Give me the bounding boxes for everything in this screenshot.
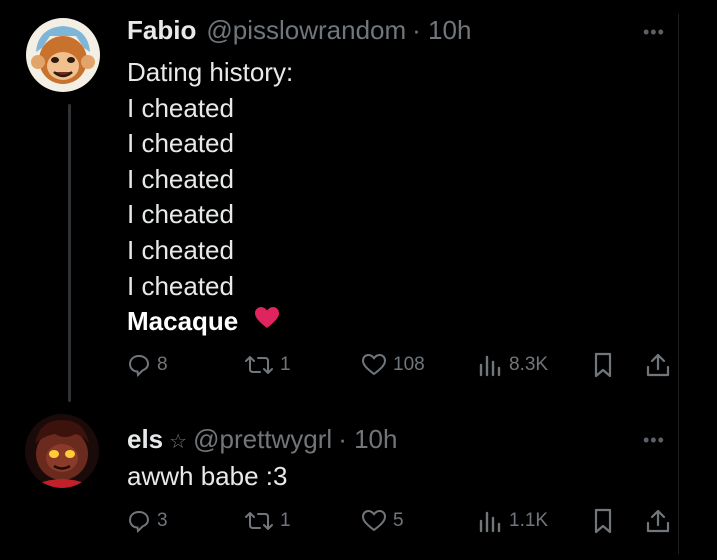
avatar-fabio[interactable] bbox=[26, 18, 100, 92]
more-dots-icon[interactable]: ••• bbox=[643, 430, 665, 451]
tweet-actions: 3 1 5 1.1K bbox=[127, 506, 672, 536]
share-icon bbox=[646, 509, 670, 533]
tweet-text-line: I cheated bbox=[127, 92, 234, 123]
avatar-image bbox=[25, 414, 99, 488]
tweet-text-line: I cheated bbox=[127, 128, 234, 159]
retweet-count: 1 bbox=[280, 354, 291, 375]
views-button[interactable]: 8.3K bbox=[477, 350, 548, 380]
bookmark-button[interactable] bbox=[592, 506, 614, 536]
bookmark-icon bbox=[594, 352, 612, 378]
tweet-text-line: I cheated bbox=[127, 270, 234, 301]
like-button[interactable]: 5 bbox=[361, 506, 404, 536]
star-badge-icon: ☆ bbox=[169, 431, 188, 453]
timestamp[interactable]: · 10h bbox=[338, 424, 397, 454]
user-handle[interactable]: @prettwygrl bbox=[193, 424, 332, 454]
column-divider bbox=[678, 14, 679, 554]
like-count: 5 bbox=[393, 510, 404, 531]
avatar-image bbox=[26, 18, 100, 92]
views-button[interactable]: 1.1K bbox=[477, 506, 548, 536]
heart-icon bbox=[361, 353, 387, 376]
reply-button[interactable]: 8 bbox=[127, 350, 168, 380]
view-count: 1.1K bbox=[509, 510, 549, 531]
share-icon bbox=[646, 353, 670, 377]
reply-count: 8 bbox=[157, 354, 168, 375]
tweet-text-line-bold: Macaque bbox=[127, 304, 293, 340]
heart-icon bbox=[361, 509, 387, 532]
reply-icon bbox=[128, 354, 150, 377]
tweet-text: awwh babe :3 bbox=[127, 459, 287, 495]
user-handle[interactable]: @pisslowrandom bbox=[206, 15, 406, 45]
bookmark-button[interactable] bbox=[592, 350, 614, 380]
tweet-text-line: Dating history: bbox=[127, 57, 294, 87]
bookmark-icon bbox=[594, 508, 612, 534]
tweet-header: Fabio @pisslowrandom · 10h bbox=[127, 15, 471, 45]
retweet-button[interactable]: 1 bbox=[244, 506, 291, 536]
tweet-text-line: I cheated bbox=[127, 199, 234, 230]
more-dots-icon[interactable]: ••• bbox=[643, 22, 665, 43]
retweet-icon bbox=[245, 356, 273, 374]
retweet-icon bbox=[245, 512, 273, 530]
tweet-text-line: I cheated bbox=[127, 163, 234, 194]
retweet-button[interactable]: 1 bbox=[244, 350, 291, 380]
like-count: 108 bbox=[393, 354, 425, 375]
like-button[interactable]: 108 bbox=[361, 350, 425, 380]
avatar-els[interactable] bbox=[25, 414, 99, 488]
share-button[interactable] bbox=[645, 350, 671, 380]
red-heart-emoji-icon bbox=[254, 304, 280, 340]
share-button[interactable] bbox=[645, 506, 671, 536]
views-chart-icon bbox=[479, 511, 501, 533]
timestamp[interactable]: · 10h bbox=[412, 15, 471, 45]
display-name[interactable]: els bbox=[127, 424, 163, 454]
thread-connector-line bbox=[68, 104, 71, 402]
views-chart-icon bbox=[479, 355, 501, 377]
display-name[interactable]: Fabio bbox=[127, 15, 196, 45]
tweet-text: Dating history: I cheated I cheated I ch… bbox=[127, 55, 293, 340]
retweet-count: 1 bbox=[280, 510, 291, 531]
macaque-text: Macaque bbox=[127, 306, 239, 337]
tweet-actions: 8 1 108 8.3K bbox=[127, 350, 672, 380]
tweet-text-line: I cheated bbox=[127, 234, 234, 265]
reply-count: 3 bbox=[157, 510, 168, 531]
view-count: 8.3K bbox=[509, 354, 549, 375]
tweet-text-line: awwh babe :3 bbox=[127, 461, 288, 491]
reply-button[interactable]: 3 bbox=[127, 506, 168, 536]
tweet-header: els ☆ @prettwygrl · 10h bbox=[127, 424, 397, 457]
reply-icon bbox=[128, 510, 150, 533]
